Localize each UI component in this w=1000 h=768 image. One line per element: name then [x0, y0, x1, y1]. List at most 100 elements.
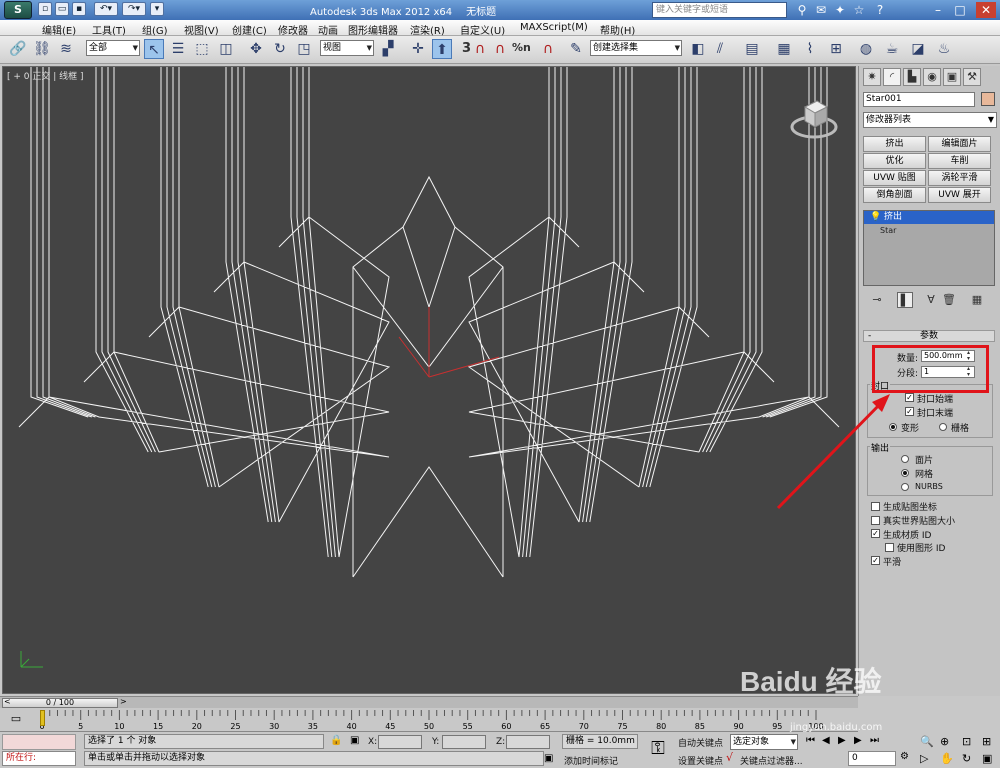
maximize-viewport-icon[interactable]: ▣: [982, 752, 992, 765]
orbit-icon[interactable]: ↻: [962, 752, 971, 765]
next-key-icon[interactable]: ▶: [854, 735, 862, 746]
stack-item-extrude[interactable]: 💡 挤出: [864, 211, 994, 224]
absolute-mode-icon[interactable]: ▣: [350, 735, 359, 746]
window-crossing-icon[interactable]: ◫: [216, 39, 236, 59]
search-input[interactable]: 键入关键字或短语: [652, 2, 787, 18]
unlink-icon[interactable]: ⛓: [32, 39, 52, 59]
patch-radio[interactable]: [901, 455, 909, 463]
zoom-extents-icon[interactable]: ⊡: [962, 735, 971, 748]
undo-icon[interactable]: ↶▾: [94, 2, 118, 16]
named-selection-dropdown[interactable]: 创建选择集: [590, 40, 682, 56]
zoom-extents-all-icon[interactable]: ⊞: [982, 735, 991, 748]
nurbs-radio[interactable]: [901, 483, 909, 491]
time-config-icon[interactable]: ⚙: [900, 751, 909, 762]
y-coord-field[interactable]: [442, 735, 486, 749]
grid-radio[interactable]: [939, 423, 947, 431]
mod-button-bevel-profile[interactable]: 倒角剖面: [863, 187, 926, 203]
quick-access-dropdown-icon[interactable]: ▾: [150, 2, 164, 16]
select-by-name-icon[interactable]: ☰: [168, 39, 188, 59]
align-icon[interactable]: ⫽: [710, 39, 730, 59]
mesh-radio[interactable]: [901, 469, 909, 477]
parameters-rollout-header[interactable]: - 参数: [863, 330, 995, 342]
select-manipulate-icon[interactable]: ✛: [408, 39, 428, 59]
snap-magnet-icon[interactable]: ∩: [470, 39, 490, 59]
close-icon[interactable]: ✕: [976, 2, 996, 18]
next-frame-icon[interactable]: >: [120, 697, 127, 706]
object-name-field[interactable]: Star001: [863, 92, 975, 107]
percent-snap-icon[interactable]: %n: [512, 41, 531, 54]
mod-button-unwrap-uvw[interactable]: UVW 展开: [928, 187, 991, 203]
mod-button-uvw-map[interactable]: UVW 贴图: [863, 170, 926, 186]
auto-key-button[interactable]: 自动关键点: [678, 736, 723, 749]
new-file-icon[interactable]: ▫: [38, 2, 52, 16]
redo-icon[interactable]: ↷▾: [122, 2, 146, 16]
rect-selection-icon[interactable]: ⬚: [192, 39, 212, 59]
remove-modifier-icon[interactable]: 🗑: [941, 292, 957, 308]
menu-modifiers[interactable]: 修改器: [278, 22, 308, 37]
bind-space-warp-icon[interactable]: ≋: [56, 39, 76, 59]
stack-item-star[interactable]: Star: [864, 225, 994, 237]
edit-named-selection-icon[interactable]: ✎: [566, 39, 586, 59]
open-file-icon[interactable]: ▭: [55, 2, 69, 16]
keyboard-shortcut-override-icon[interactable]: ⬆: [432, 39, 452, 59]
zoom-all-icon[interactable]: ⊕: [940, 735, 949, 748]
schematic-view-icon[interactable]: ⊞: [826, 39, 846, 59]
play-icon[interactable]: ▶: [838, 735, 846, 746]
graphite-tools-icon[interactable]: ▦: [774, 39, 794, 59]
gen-map-coords-checkbox[interactable]: [871, 502, 880, 511]
move-icon[interactable]: ✥: [246, 39, 266, 59]
viewcube-icon[interactable]: [789, 93, 839, 143]
set-key-icon[interactable]: ⚿: [644, 738, 672, 762]
prev-key-icon[interactable]: ◀: [822, 735, 830, 746]
favorites-icon[interactable]: ☆: [851, 2, 867, 18]
menu-graph-editors[interactable]: 图形编辑器: [348, 22, 398, 37]
real-world-map-checkbox[interactable]: [871, 516, 880, 525]
maximize-icon[interactable]: □: [952, 2, 968, 18]
lightbulb-icon[interactable]: 💡: [870, 211, 881, 224]
field-of-view-icon[interactable]: ▷: [920, 752, 928, 765]
link-icon[interactable]: 🔗: [8, 39, 28, 59]
minimize-icon[interactable]: –: [930, 2, 946, 18]
viewport-front[interactable]: [ + 0 正交 | 线框 ]: [2, 66, 856, 694]
time-slider[interactable]: 0 / 100 > <: [0, 696, 858, 708]
gen-matid-checkbox[interactable]: ✓: [871, 529, 880, 538]
viewport-label[interactable]: [ + 0 正交 | 线框 ]: [7, 69, 84, 82]
morph-radio[interactable]: [889, 423, 897, 431]
time-slider-thumb[interactable]: 0 / 100: [2, 698, 118, 708]
menu-maxscript[interactable]: MAXScript(M): [520, 22, 588, 33]
modify-tab-icon[interactable]: ◜: [883, 68, 901, 86]
zoom-icon[interactable]: 🔍: [920, 735, 934, 748]
add-time-tag[interactable]: 添加时间标记: [564, 754, 618, 767]
spinner-snap-icon[interactable]: ∩: [538, 39, 558, 59]
render-production-icon[interactable]: ♨: [934, 39, 954, 59]
mirror-icon[interactable]: ◧: [688, 39, 708, 59]
save-file-icon[interactable]: ▪: [72, 2, 86, 16]
current-frame-field[interactable]: 0: [848, 751, 896, 766]
create-tab-icon[interactable]: ✷: [863, 68, 881, 86]
menu-help[interactable]: 帮助(H): [600, 22, 635, 37]
rotate-icon[interactable]: ↻: [270, 39, 290, 59]
mod-button-lathe[interactable]: 车削: [928, 153, 991, 169]
goto-end-icon[interactable]: ⏭: [870, 735, 879, 746]
render-setup-icon[interactable]: ☕: [882, 39, 902, 59]
show-end-result-icon[interactable]: ▌: [897, 292, 913, 308]
track-bar[interactable]: ▭ 0 5 10 15 20 25 30 35 40 45 50 55 60 65 70 75 80 85 90 95…: [0, 708, 858, 732]
selection-filter-dropdown[interactable]: 全部: [86, 40, 140, 56]
angle-snap-icon[interactable]: ∩: [490, 39, 510, 59]
scale-icon[interactable]: ◳: [294, 39, 314, 59]
smooth-checkbox[interactable]: ✓: [871, 556, 880, 565]
menu-edit[interactable]: 编辑(E): [42, 22, 76, 37]
menu-customize[interactable]: 自定义(U): [460, 22, 505, 37]
make-unique-icon[interactable]: ∀: [923, 292, 939, 308]
communication-icon[interactable]: ✦: [832, 2, 848, 18]
menu-rendering[interactable]: 渲染(R): [410, 22, 445, 37]
cap-start-checkbox[interactable]: ✓: [905, 393, 914, 402]
display-tab-icon[interactable]: ▣: [943, 68, 961, 86]
maxscript-listener-line[interactable]: 所在行:: [2, 751, 76, 766]
curve-editor-icon[interactable]: ⌇: [800, 39, 820, 59]
modifier-list-dropdown[interactable]: 修改器列表: [863, 112, 997, 128]
mod-button-extrude[interactable]: 挤出: [863, 136, 926, 152]
motion-tab-icon[interactable]: ◉: [923, 68, 941, 86]
menu-group[interactable]: 组(G): [142, 22, 168, 37]
material-editor-icon[interactable]: ◍: [856, 39, 876, 59]
